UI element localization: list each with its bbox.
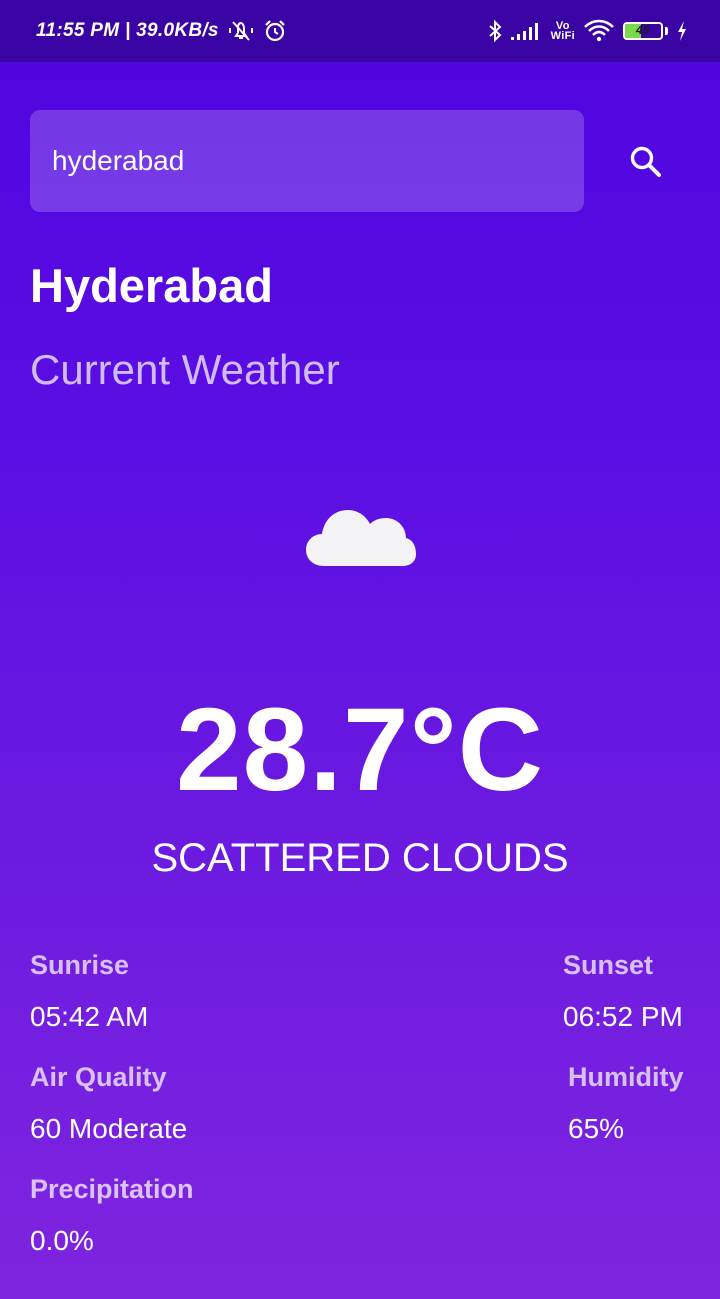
vowifi-bottom-text: WiFi [550,30,575,42]
sunrise-label: Sunrise [30,950,130,980]
status-bar: 11:55 PM | 39.0KB/s Vo WiFi 45 [0,0,720,62]
wifi-icon [583,19,615,43]
sunset-label: Sunset [563,950,654,980]
humidity-label: Humidity [568,1062,684,1092]
sunset-value: 06:52 PM [563,1001,683,1032]
battery-level: 45 [636,23,650,37]
weather-description: SCATTERED CLOUDS [151,836,569,880]
humidity-value: 65% [568,1113,625,1144]
signal-icon [510,21,543,41]
search-icon [630,146,661,177]
vowifi-indicator: Vo WiFi [550,21,575,42]
alarm-icon [263,19,287,43]
sunrise-value: 05:42 AM [30,1001,149,1032]
battery-icon: 45 [623,22,663,40]
muted-vibrate-icon [227,19,255,43]
search-button[interactable] [614,132,678,192]
cloud-icon [306,510,416,566]
current-weather-heading: Current Weather [30,346,340,393]
bluetooth-icon [487,19,503,43]
status-bar-right: Vo WiFi 45 [487,19,688,43]
precipitation-label: Precipitation [30,1174,194,1204]
battery-body: 45 [623,22,663,40]
city-name: Hyderabad [30,259,273,312]
search-field[interactable] [30,110,584,212]
temperature: 28.7°C [175,684,545,816]
air-quality-label: Air Quality [30,1062,167,1092]
status-time-speed: 11:55 PM | 39.0KB/s [36,20,219,41]
air-quality-value: 60 Moderate [30,1113,188,1144]
charging-icon [676,20,688,42]
precipitation-value: 0.0% [30,1225,94,1256]
status-bar-left: 11:55 PM | 39.0KB/s [36,19,287,43]
search-input[interactable] [52,145,584,177]
battery-tip [665,27,668,35]
